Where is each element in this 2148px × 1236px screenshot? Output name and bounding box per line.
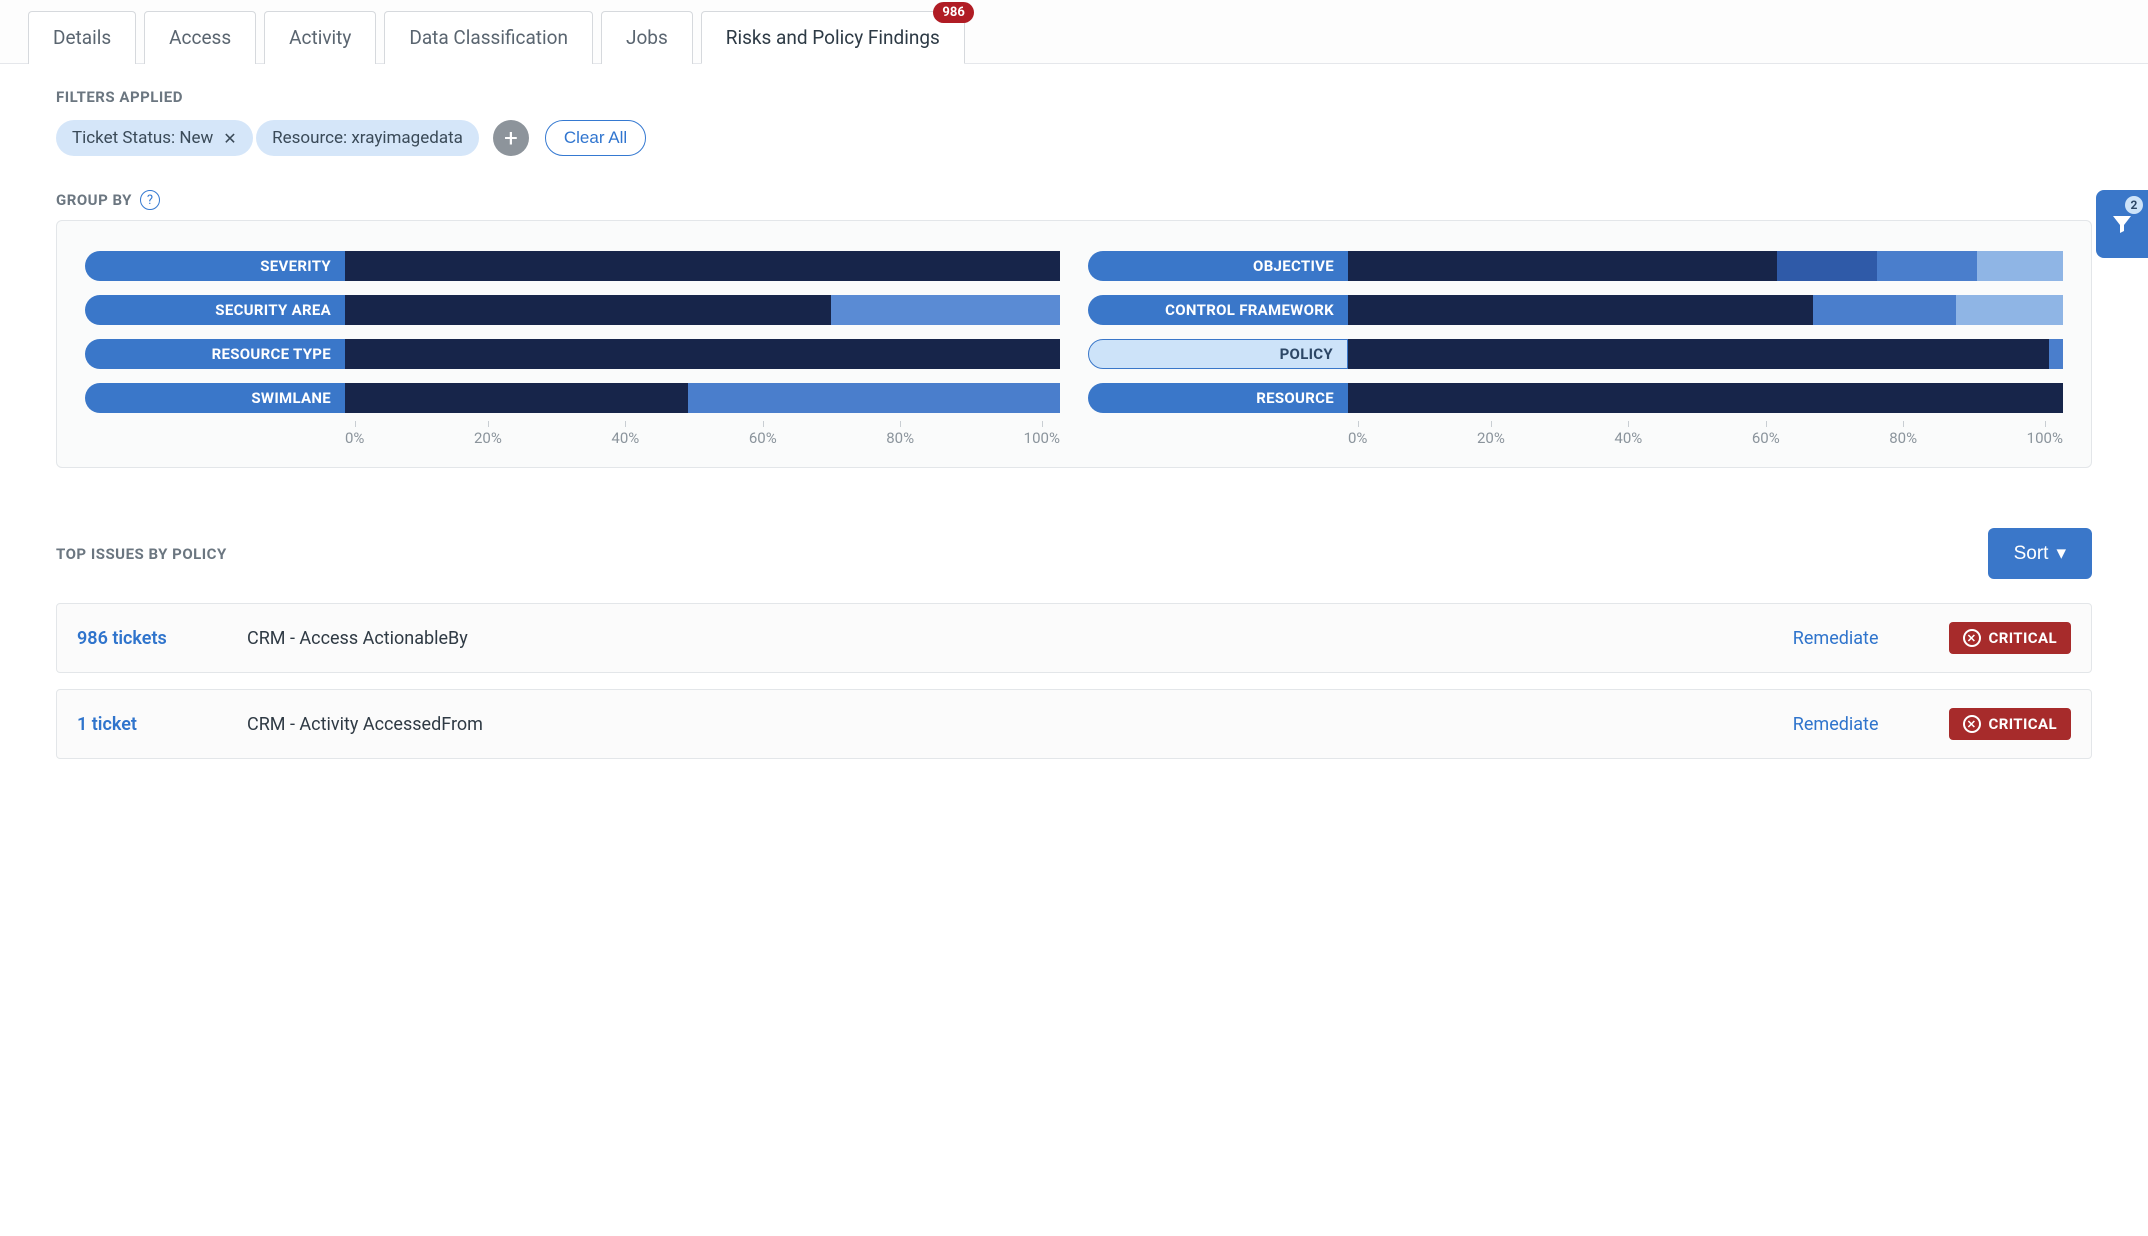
groupby-row: CONTROL FRAMEWORK [1088,295,2063,325]
bar-segment [345,295,831,325]
severity-text: CRITICAL [1989,715,2058,733]
groupby-row: OBJECTIVE [1088,251,2063,281]
tab-risks-and-policy-findings[interactable]: Risks and Policy Findings986 [701,11,965,64]
axis-tick: 100% [2027,429,2063,447]
bar-segment [1813,295,1956,325]
groupby-option-control-framework[interactable]: CONTROL FRAMEWORK [1088,295,1348,325]
bar-segment [1348,339,2049,369]
groupby-row: POLICY [1088,339,2063,369]
critical-icon: ✕ [1963,629,1981,647]
axis-tick: 60% [749,429,777,447]
ticket-count-link[interactable]: 1 ticket [77,714,247,735]
add-filter-button[interactable]: + [493,120,529,156]
bar-segment [345,339,1060,369]
axis-tick: 20% [474,429,502,447]
bar-segment [1348,295,1813,325]
bar-segment [1777,251,1877,281]
distribution-bar [1348,295,2063,325]
bar-segment [1348,383,2063,413]
groupby-option-objective[interactable]: OBJECTIVE [1088,251,1348,281]
issue-row: 1 ticketCRM - Activity AccessedFromRemed… [56,689,2092,759]
distribution-bar [1348,383,2063,413]
severity-badge: ✕ CRITICAL [1949,708,2072,740]
groupby-row: RESOURCE [1088,383,2063,413]
groupby-header: GROUP BY ? [56,190,2092,210]
axis-tick: 80% [886,429,914,447]
groupby-row: RESOURCE TYPE [85,339,1060,369]
ticket-count-link[interactable]: 986 tickets [77,628,247,649]
axis-tick: 0% [345,429,364,447]
issue-name: CRM - Activity AccessedFrom [247,714,1793,735]
filters-label: FILTERS APPLIED [56,88,2092,106]
tab-data-classification[interactable]: Data Classification [384,11,593,64]
sort-label: Sort [2014,543,2049,565]
bar-segment [1956,295,2063,325]
tabs: DetailsAccessActivityData Classification… [0,0,2148,64]
bar-segment [1977,251,2063,281]
help-icon[interactable]: ? [140,190,160,210]
groupby-option-policy[interactable]: POLICY [1088,339,1348,369]
filter-count-badge: 2 [2125,196,2143,214]
close-icon[interactable]: ✕ [223,129,236,148]
critical-icon: ✕ [1963,715,1981,733]
axis-tick: 40% [611,429,639,447]
issue-row: 986 ticketsCRM - Access ActionableByReme… [56,603,2092,673]
axis: 0% 20% 40% 60% 80% 100% [345,427,1060,447]
tab-access[interactable]: Access [144,11,256,64]
funnel-icon [2110,212,2134,236]
distribution-bar [345,295,1060,325]
bar-segment [1348,251,1777,281]
bar-segment [1877,251,1977,281]
remediate-link[interactable]: Remediate [1793,628,1879,649]
groupby-row: SEVERITY [85,251,1060,281]
axis-tick: 100% [1024,429,1060,447]
axis-tick: 0% [1348,429,1367,447]
groupby-option-severity[interactable]: SEVERITY [85,251,345,281]
distribution-bar [1348,339,2063,369]
chevron-down-icon: ▾ [2056,542,2066,565]
issue-name: CRM - Access ActionableBy [247,628,1793,649]
distribution-bar [345,251,1060,281]
axis: 0% 20% 40% 60% 80% 100% [1348,427,2063,447]
bar-segment [688,383,1060,413]
filter-panel-toggle[interactable]: 2 [2096,190,2148,258]
axis-tick: 80% [1889,429,1917,447]
topissues-label: TOP ISSUES BY POLICY [56,545,227,563]
axis-tick: 40% [1614,429,1642,447]
remediate-link[interactable]: Remediate [1793,714,1879,735]
distribution-bar [1348,251,2063,281]
filter-chip[interactable]: Resource: xrayimagedata [256,120,479,156]
axis-tick: 20% [1477,429,1505,447]
tab-jobs[interactable]: Jobs [601,11,693,64]
groupby-panel: SEVERITY SECURITY AREA RESOURCE TYPE SWIMLA… [56,220,2092,468]
filter-chip[interactable]: Ticket Status: New✕ [56,120,253,156]
bar-segment [831,295,1060,325]
tab-details[interactable]: Details [28,11,136,64]
distribution-bar [345,339,1060,369]
filters-row: Ticket Status: New✕ Resource: xrayimaged… [56,120,2092,156]
sort-button[interactable]: Sort ▾ [1988,528,2092,579]
groupby-option-resource-type[interactable]: RESOURCE TYPE [85,339,345,369]
groupby-row: SWIMLANE [85,383,1060,413]
clear-all-button[interactable]: Clear All [545,120,646,156]
axis-tick: 60% [1752,429,1780,447]
groupby-option-security-area[interactable]: SECURITY AREA [85,295,345,325]
groupby-label: GROUP BY [56,191,132,209]
tab-activity[interactable]: Activity [264,11,376,64]
bar-segment [2049,339,2063,369]
bar-segment [345,251,1060,281]
bar-segment [345,383,688,413]
severity-badge: ✕ CRITICAL [1949,622,2072,654]
groupby-option-resource[interactable]: RESOURCE [1088,383,1348,413]
distribution-bar [345,383,1060,413]
groupby-option-swimlane[interactable]: SWIMLANE [85,383,345,413]
severity-text: CRITICAL [1989,629,2058,647]
groupby-row: SECURITY AREA [85,295,1060,325]
tab-badge: 986 [933,2,973,23]
